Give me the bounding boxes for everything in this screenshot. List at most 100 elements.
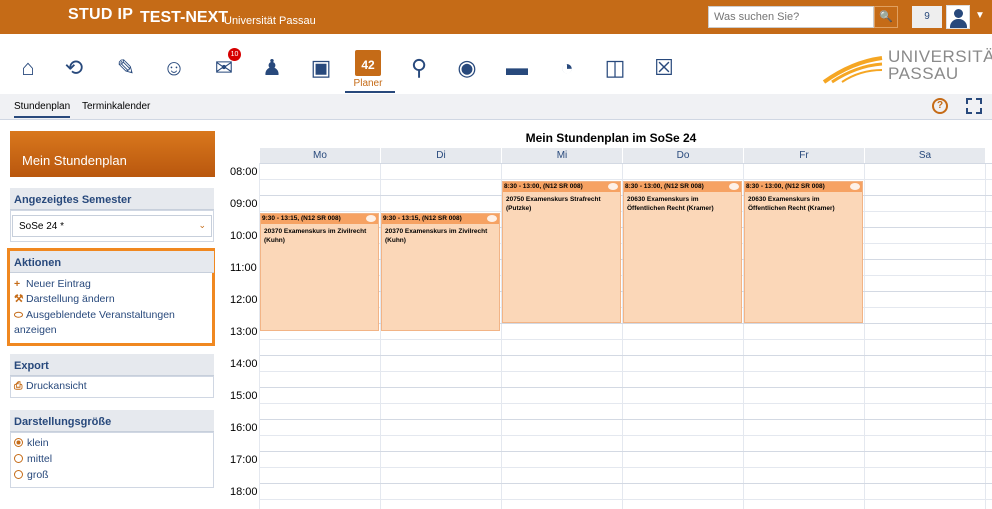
entry-time: 9:30 - 13:15, (N12 SR 008) — [261, 214, 378, 224]
entry-time: 8:30 - 13:00, (N12 SR 008) — [503, 182, 620, 192]
print-view-link[interactable]: ⎙ Druckansicht — [14, 380, 87, 393]
half-hour-line — [260, 179, 992, 180]
size-option-gross[interactable]: groß — [14, 469, 49, 481]
actions-heading: Aktionen — [10, 251, 214, 273]
top-bar: STUD IP TEST-NEXT Universität Passau 🔍 9… — [0, 0, 992, 34]
window-icon[interactable]: ◫ — [601, 54, 629, 82]
day-column-divider — [985, 163, 986, 509]
entry-title: 20630 Examenskurs im Öffentlichen Recht … — [748, 196, 835, 212]
time-label: 09:00 — [230, 198, 258, 210]
notification-counter[interactable]: 9 — [912, 6, 942, 28]
size-heading: Darstellungsgröße — [10, 410, 214, 432]
hour-line — [260, 163, 992, 164]
half-hour-line — [260, 371, 992, 372]
entry-time: 9:30 - 13:15, (N12 SR 008) — [382, 214, 499, 224]
day-header: Mi — [502, 148, 622, 163]
day-header: Sa — [865, 148, 985, 163]
hour-line — [260, 419, 992, 420]
calendar-title: Mein Stundenplan im SoSe 24 — [525, 131, 697, 145]
search-icon: 🔍 — [879, 11, 893, 23]
university-logo-text: UNIVERSITÄT PASSAU — [888, 47, 992, 83]
day-header: Mo — [260, 148, 380, 163]
semester-select[interactable]: SoSe 24 * ⌄ — [12, 215, 212, 237]
community-icon[interactable]: ☺ — [160, 54, 188, 82]
eye-icon[interactable] — [608, 183, 618, 190]
eye-icon[interactable] — [366, 215, 376, 222]
profile-icon[interactable]: ▣ — [307, 54, 335, 82]
half-hour-line — [260, 467, 992, 468]
sidebar-title: Mein Stundenplan — [10, 131, 215, 177]
time-label: 12:00 — [230, 294, 258, 306]
chevron-down-icon: ⌄ — [198, 220, 206, 230]
wrench-icon: ⚒ — [14, 293, 24, 305]
time-label: 14:00 — [230, 358, 258, 370]
hour-line — [260, 387, 992, 388]
schedule-entry[interactable]: 8:30 - 13:00, (N12 SR 008) 20750 Examensk… — [502, 181, 621, 323]
planer-icon[interactable]: 42 — [355, 50, 381, 76]
day-header: Do — [623, 148, 743, 163]
courses-icon[interactable]: ⟲ — [60, 54, 88, 82]
lifebuoy-icon[interactable]: ◉ — [453, 54, 481, 82]
tab-terminkalender[interactable]: Terminkalender — [82, 101, 150, 112]
sub-navigation: Stundenplan Terminkalender ? — [0, 94, 992, 120]
new-entry-link[interactable]: + Neuer Eintrag — [14, 278, 91, 290]
export-heading: Export — [10, 354, 214, 376]
tab-stundenplan[interactable]: Stundenplan — [14, 101, 71, 118]
entry-time: 8:30 - 13:00, (N12 SR 008) — [745, 182, 862, 192]
plus-icon: + — [14, 278, 21, 290]
entry-time: 8:30 - 13:00, (N12 SR 008) — [624, 182, 741, 192]
day-header: Fr — [744, 148, 864, 163]
entry-title: 20370 Examenskurs im Zivilrecht (Kuhn) — [264, 228, 367, 244]
close-box-icon[interactable]: ☒ — [650, 54, 678, 82]
people-icon[interactable]: ♟ — [258, 54, 286, 82]
time-label: 08:00 — [230, 166, 258, 178]
main-navigation: ⌂ ⟲ ✎ ☺ ✉ 10 ♟ ▣ 42 Planer ⚲ ◉ ▬ ◔ ◫ ☒ U… — [0, 34, 992, 94]
help-icon[interactable]: ? — [932, 98, 948, 114]
hour-line — [260, 355, 992, 356]
studip-logo[interactable]: STUD IP — [68, 6, 133, 24]
entry-title: 20630 Examenskurs im Öffentlichen Recht … — [627, 196, 714, 212]
change-view-link[interactable]: ⚒ Darstellung ändern — [14, 293, 115, 305]
pie-chart-icon[interactable]: ◔ — [553, 54, 581, 82]
size-option-klein[interactable]: klein — [14, 437, 49, 449]
schedule-entry[interactable]: 8:30 - 13:00, (N12 SR 008) 20630 Examensk… — [623, 181, 742, 323]
radio-icon — [14, 454, 23, 463]
hour-line — [260, 483, 992, 484]
show-hidden-link[interactable]: ⬭ Ausgeblendete Veranstaltungen anzeigen — [14, 308, 204, 338]
entry-title: 20370 Examenskurs im Zivilrecht (Kuhn) — [385, 228, 488, 244]
size-option-mittel[interactable]: mittel — [14, 453, 52, 465]
day-column-divider — [864, 163, 865, 509]
schedule-entry[interactable]: 9:30 - 13:15, (N12 SR 008) 20370 Examensk… — [260, 213, 379, 331]
schedule-entry[interactable]: 9:30 - 13:15, (N12 SR 008) 20370 Examensk… — [381, 213, 500, 331]
browse-icon[interactable]: ✎ — [112, 54, 140, 82]
time-label: 16:00 — [230, 422, 258, 434]
avatar[interactable] — [946, 5, 970, 29]
fullscreen-icon[interactable] — [966, 98, 982, 114]
eye-icon[interactable] — [487, 215, 497, 222]
search-input[interactable] — [708, 6, 874, 28]
semester-heading: Angezeigtes Semester — [10, 188, 214, 210]
half-hour-line — [260, 339, 992, 340]
time-label: 15:00 — [230, 390, 258, 402]
time-label: 11:00 — [230, 262, 257, 274]
messages-badge: 10 — [228, 48, 241, 61]
half-hour-line — [260, 499, 992, 500]
card-icon[interactable]: ▬ — [503, 54, 531, 82]
instance-name: TEST-NEXT — [140, 9, 229, 26]
day-header: Di — [381, 148, 501, 163]
visibility-icon: ⬭ — [14, 309, 23, 321]
time-label: 18:00 — [230, 486, 258, 498]
print-icon: ⎙ — [14, 380, 23, 392]
home-icon[interactable]: ⌂ — [14, 54, 42, 82]
schedule-entry[interactable]: 8:30 - 13:00, (N12 SR 008) 20630 Examensk… — [744, 181, 863, 323]
eye-icon[interactable] — [850, 183, 860, 190]
university-name: Universität Passau — [224, 15, 316, 27]
hour-line — [260, 451, 992, 452]
time-label: 13:00 — [230, 326, 258, 338]
chevron-down-icon[interactable]: ▼ — [975, 10, 985, 21]
search-button[interactable]: 🔍 — [874, 6, 898, 28]
planer-label[interactable]: Planer — [350, 78, 386, 89]
search-icon[interactable]: ⚲ — [405, 54, 433, 82]
radio-icon — [14, 438, 23, 447]
eye-icon[interactable] — [729, 183, 739, 190]
